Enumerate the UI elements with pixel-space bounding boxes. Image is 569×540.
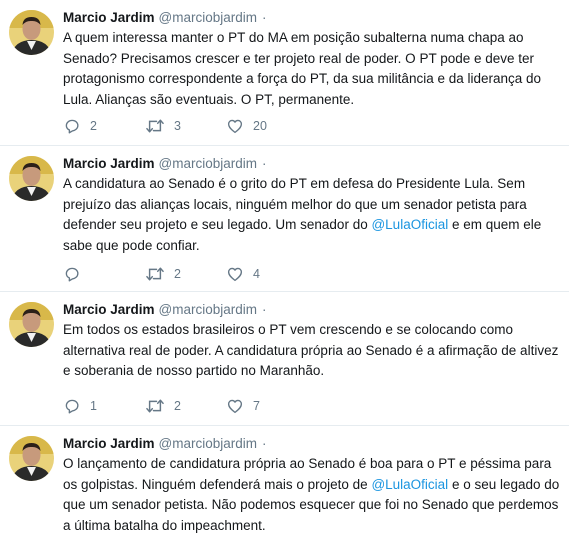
reply-icon — [65, 267, 79, 282]
like-button[interactable]: 7 — [226, 396, 260, 416]
avatar[interactable] — [9, 10, 54, 55]
heart-icon — [227, 267, 243, 282]
reply-button[interactable]: 1 — [63, 396, 97, 416]
mention-link[interactable]: @LulaOficial — [371, 217, 448, 232]
tweet-actions: 1 2 7 — [63, 396, 383, 416]
author-handle[interactable]: @marciobjardim — [159, 436, 257, 451]
author-name[interactable]: Marcio Jardim — [63, 10, 155, 25]
header-separator: · — [262, 436, 267, 451]
avatar[interactable] — [9, 302, 54, 347]
mention-link[interactable]: @LulaOficial — [371, 477, 448, 492]
author-handle[interactable]: @marciobjardim — [159, 10, 257, 25]
retweet-icon — [146, 399, 164, 413]
header-separator: · — [262, 10, 267, 25]
tweet-text-segment: Em todos os estados brasileiros o PT vem… — [63, 322, 559, 378]
tweet-text-segment: A quem interessa manter o PT do MA em po… — [63, 30, 542, 107]
reply-button[interactable]: 2 — [63, 116, 97, 136]
header-separator: · — [262, 156, 267, 171]
avatar[interactable] — [9, 436, 54, 481]
like-count: 4 — [253, 267, 260, 281]
reply-button[interactable] — [63, 264, 90, 284]
tweet[interactable]: Marcio Jardim @marciobjardim · Em todos os… — [0, 292, 569, 426]
reply-icon — [65, 119, 79, 134]
tweet-actions: 2 3 20 — [63, 116, 383, 136]
tweet[interactable]: Marcio Jardim @marciobjardim · A quem inte… — [0, 0, 569, 146]
like-count: 20 — [253, 119, 267, 133]
retweet-button[interactable]: 2 — [145, 396, 181, 416]
tweet-actions: 2 4 — [63, 264, 383, 284]
avatar[interactable] — [9, 156, 54, 201]
heart-icon — [227, 119, 243, 134]
like-button[interactable]: 4 — [226, 264, 260, 284]
avatar-image — [9, 10, 54, 55]
header-separator: · — [262, 302, 267, 317]
like-button[interactable]: 20 — [226, 116, 267, 136]
reply-count: 2 — [90, 119, 97, 133]
tweet-text: A candidatura ao Senado é o grito do PT … — [63, 174, 563, 256]
author-name[interactable]: Marcio Jardim — [63, 436, 155, 451]
tweet-header: Marcio Jardim @marciobjardim · — [63, 9, 267, 27]
retweet-count: 2 — [174, 267, 181, 281]
like-count: 7 — [253, 399, 260, 413]
retweet-icon — [146, 119, 164, 133]
retweet-button[interactable]: 3 — [145, 116, 181, 136]
reply-count: 1 — [90, 399, 97, 413]
avatar-image — [9, 436, 54, 481]
tweet-header: Marcio Jardim @marciobjardim · — [63, 435, 267, 453]
tweet[interactable]: Marcio Jardim @marciobjardim · O lançament… — [0, 426, 569, 540]
avatar-image — [9, 302, 54, 347]
tweet-text: O lançamento de candidatura própria ao S… — [63, 454, 563, 536]
author-handle[interactable]: @marciobjardim — [159, 156, 257, 171]
tweet-text: Em todos os estados brasileiros o PT vem… — [63, 320, 563, 382]
retweet-button[interactable]: 2 — [145, 264, 181, 284]
author-handle[interactable]: @marciobjardim — [159, 302, 257, 317]
tweet-timeline: Marcio Jardim @marciobjardim · A quem inte… — [0, 0, 569, 540]
tweet-header: Marcio Jardim @marciobjardim · — [63, 301, 267, 319]
retweet-count: 3 — [174, 119, 181, 133]
tweet-header: Marcio Jardim @marciobjardim · — [63, 155, 267, 173]
tweet[interactable]: Marcio Jardim @marciobjardim · A candidatu… — [0, 146, 569, 292]
avatar-image — [9, 156, 54, 201]
author-name[interactable]: Marcio Jardim — [63, 302, 155, 317]
retweet-icon — [146, 267, 164, 281]
tweet-text: A quem interessa manter o PT do MA em po… — [63, 28, 563, 110]
author-name[interactable]: Marcio Jardim — [63, 156, 155, 171]
heart-icon — [227, 399, 243, 414]
retweet-count: 2 — [174, 399, 181, 413]
reply-icon — [65, 399, 79, 414]
